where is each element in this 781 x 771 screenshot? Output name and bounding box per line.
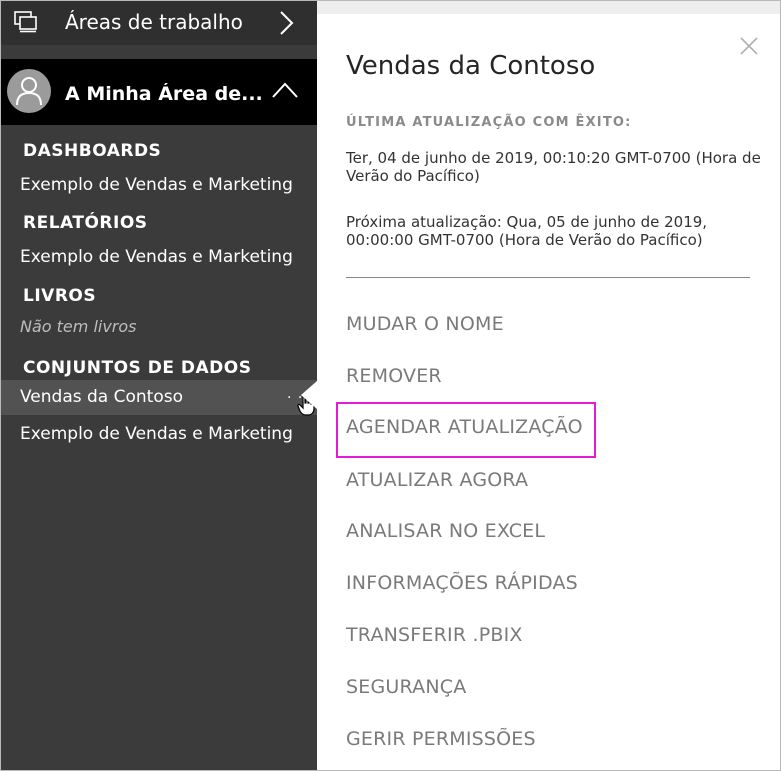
workbooks-empty-text: Não tem livros	[20, 317, 137, 336]
avatar	[7, 69, 51, 113]
app-window: Áreas de trabalho A Minha Área de... DAS…	[0, 0, 781, 771]
dataset-item[interactable]: Exemplo de Vendas e Marketing	[20, 424, 293, 444]
flyout-pointer	[301, 381, 317, 409]
menu-item-analyze-in-excel[interactable]: ANALISAR NO EXCEL	[346, 520, 545, 542]
workspaces-header[interactable]: Áreas de trabalho	[1, 1, 317, 45]
dataset-options-panel: Vendas da Contoso ÚLTIMA ATUALIZAÇÃO COM…	[317, 14, 780, 770]
close-icon[interactable]	[739, 36, 759, 56]
dataset-item-label: Vendas da Contoso	[20, 387, 183, 407]
menu-item-remove[interactable]: REMOVER	[346, 365, 442, 387]
menu-item-schedule-refresh[interactable]: AGENDAR ATUALIZAÇÃO	[346, 416, 583, 438]
last-refresh-value: Ter, 04 de junho de 2019, 00:10:20 GMT-0…	[346, 149, 761, 185]
menu-item-manage-permissions[interactable]: GERIR PERMISSÕES	[346, 728, 536, 750]
menu-item-security[interactable]: SEGURANÇA	[346, 676, 466, 698]
menu-item-refresh-now[interactable]: ATUALIZAR AGORA	[346, 469, 528, 491]
menu-item-quick-insights[interactable]: INFORMAÇÕES RÁPIDAS	[346, 572, 578, 594]
workspaces-label: Áreas de trabalho	[65, 10, 243, 34]
section-workbooks-title: LIVROS	[23, 286, 97, 306]
menu-item-rename[interactable]: MUDAR O NOME	[346, 313, 504, 335]
dashboard-item[interactable]: Exemplo de Vendas e Marketing	[20, 175, 293, 195]
chevron-right-icon[interactable]	[277, 9, 297, 37]
section-reports-title: RELATÓRIOS	[23, 213, 148, 233]
panel-divider	[346, 277, 750, 278]
next-refresh-value: Próxima atualização: Qua, 05 de junho de…	[346, 213, 708, 249]
workspaces-icon	[14, 11, 37, 33]
panel-title: Vendas da Contoso	[346, 51, 596, 81]
dataset-item-selected[interactable]: Vendas da Contoso · · ·	[1, 380, 317, 416]
navigation-pane: Áreas de trabalho A Minha Área de... DAS…	[1, 1, 317, 770]
user-icon	[16, 77, 42, 106]
menu-item-download-pbix[interactable]: TRANSFERIR .PBIX	[346, 624, 523, 646]
report-item[interactable]: Exemplo de Vendas e Marketing	[20, 247, 293, 267]
section-datasets-title: CONJUNTOS DE DADOS	[23, 358, 252, 378]
chevron-up-icon[interactable]	[271, 81, 299, 99]
section-dashboards-title: DASHBOARDS	[23, 141, 162, 161]
my-workspace-name: A Minha Área de...	[65, 83, 263, 105]
last-refresh-label: ÚLTIMA ATUALIZAÇÃO COM ÊXITO:	[346, 115, 632, 130]
my-workspace-header[interactable]: A Minha Área de...	[1, 59, 317, 125]
